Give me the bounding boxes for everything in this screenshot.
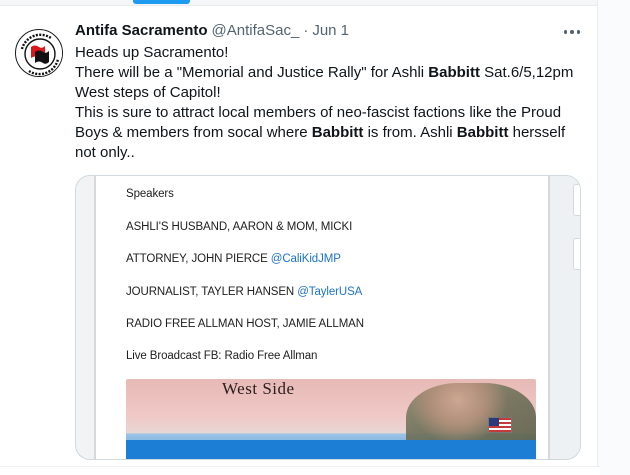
image-edge-tab [573,238,580,270]
tweet-text-segment: There will be a "Memorial and Justice Ra… [75,64,429,81]
flyer-document: Speakers ASHLI'S HUSBAND, AARON & MOM, M… [94,176,550,459]
speaker-line: RADIO FREE ALLMAN HOST, JAMIE ALLMAN [126,318,364,330]
speaker-line: ASHLI'S HUSBAND, AARON & MOM, MICKI [126,221,353,233]
broadcast-line: Live Broadcast FB: Radio Free Allman [126,350,318,362]
tweet-text: Heads up Sacramento! There will be a "Me… [75,43,580,163]
separator-dot: · [303,22,309,39]
flyer-photo: West Side [126,379,536,459]
us-flag-patch-icon [488,417,512,433]
speaker-line: ATTORNEY, JOHN PIERCE @CaliKidJMP [126,253,341,265]
tweet-text-segment: is from. Ashli [363,124,457,141]
avatar[interactable] [15,29,63,77]
speaker-text: ATTORNEY, JOHN PIERCE [126,253,271,265]
speaker-mention: @CaliKidJMP [270,253,341,265]
tweet-line: There will be a "Memorial and Justice Ra… [75,63,580,83]
photo-banner [126,440,536,459]
tweet-header: Antifa Sacramento @AntifaSac_ · Jun 1 [75,22,349,42]
highlighted-term: Babbitt [311,124,364,141]
tweet-text-segment: Sat.6/5,12pm [479,64,574,81]
antifa-flag-logo-icon [17,31,62,76]
next-tweet-edge [0,466,600,475]
user-handle[interactable]: @AntifaSac_ [212,22,300,39]
right-column [598,0,630,475]
more-horizontal-icon[interactable] [560,24,584,40]
image-edge-tab [573,184,580,216]
tweet-text-segment: Heads up Sacramento! [75,44,229,61]
tweet-text-segment: West steps of Capitol! [75,84,221,101]
tweet-line: This is sure to attract local members of… [75,103,580,163]
image-edge [549,176,580,459]
tweet-line: West steps of Capitol! [75,83,580,103]
active-tab-indicator [133,0,190,4]
speakers-heading: Speakers [126,188,174,200]
highlighted-term: Babbitt [428,64,480,81]
tweet[interactable]: Antifa Sacramento @AntifaSac_ · Jun 1 He… [0,8,597,475]
top-tab-strip [0,0,600,6]
highlighted-term: Babbitt [456,124,509,141]
tweet-line: Heads up Sacramento! [75,43,580,63]
tweet-timestamp[interactable]: Jun 1 [312,22,349,39]
photo-caption: West Side [222,379,295,398]
speaker-line: JOURNALIST, TAYLER HANSEN @TaylerUSA [126,286,362,298]
speaker-text: JOURNALIST, TAYLER HANSEN [126,286,298,298]
speaker-mention: @TaylerUSA [297,286,363,298]
attached-image[interactable]: Speakers ASHLI'S HUSBAND, AARON & MOM, M… [75,175,581,460]
display-name[interactable]: Antifa Sacramento [75,22,208,39]
